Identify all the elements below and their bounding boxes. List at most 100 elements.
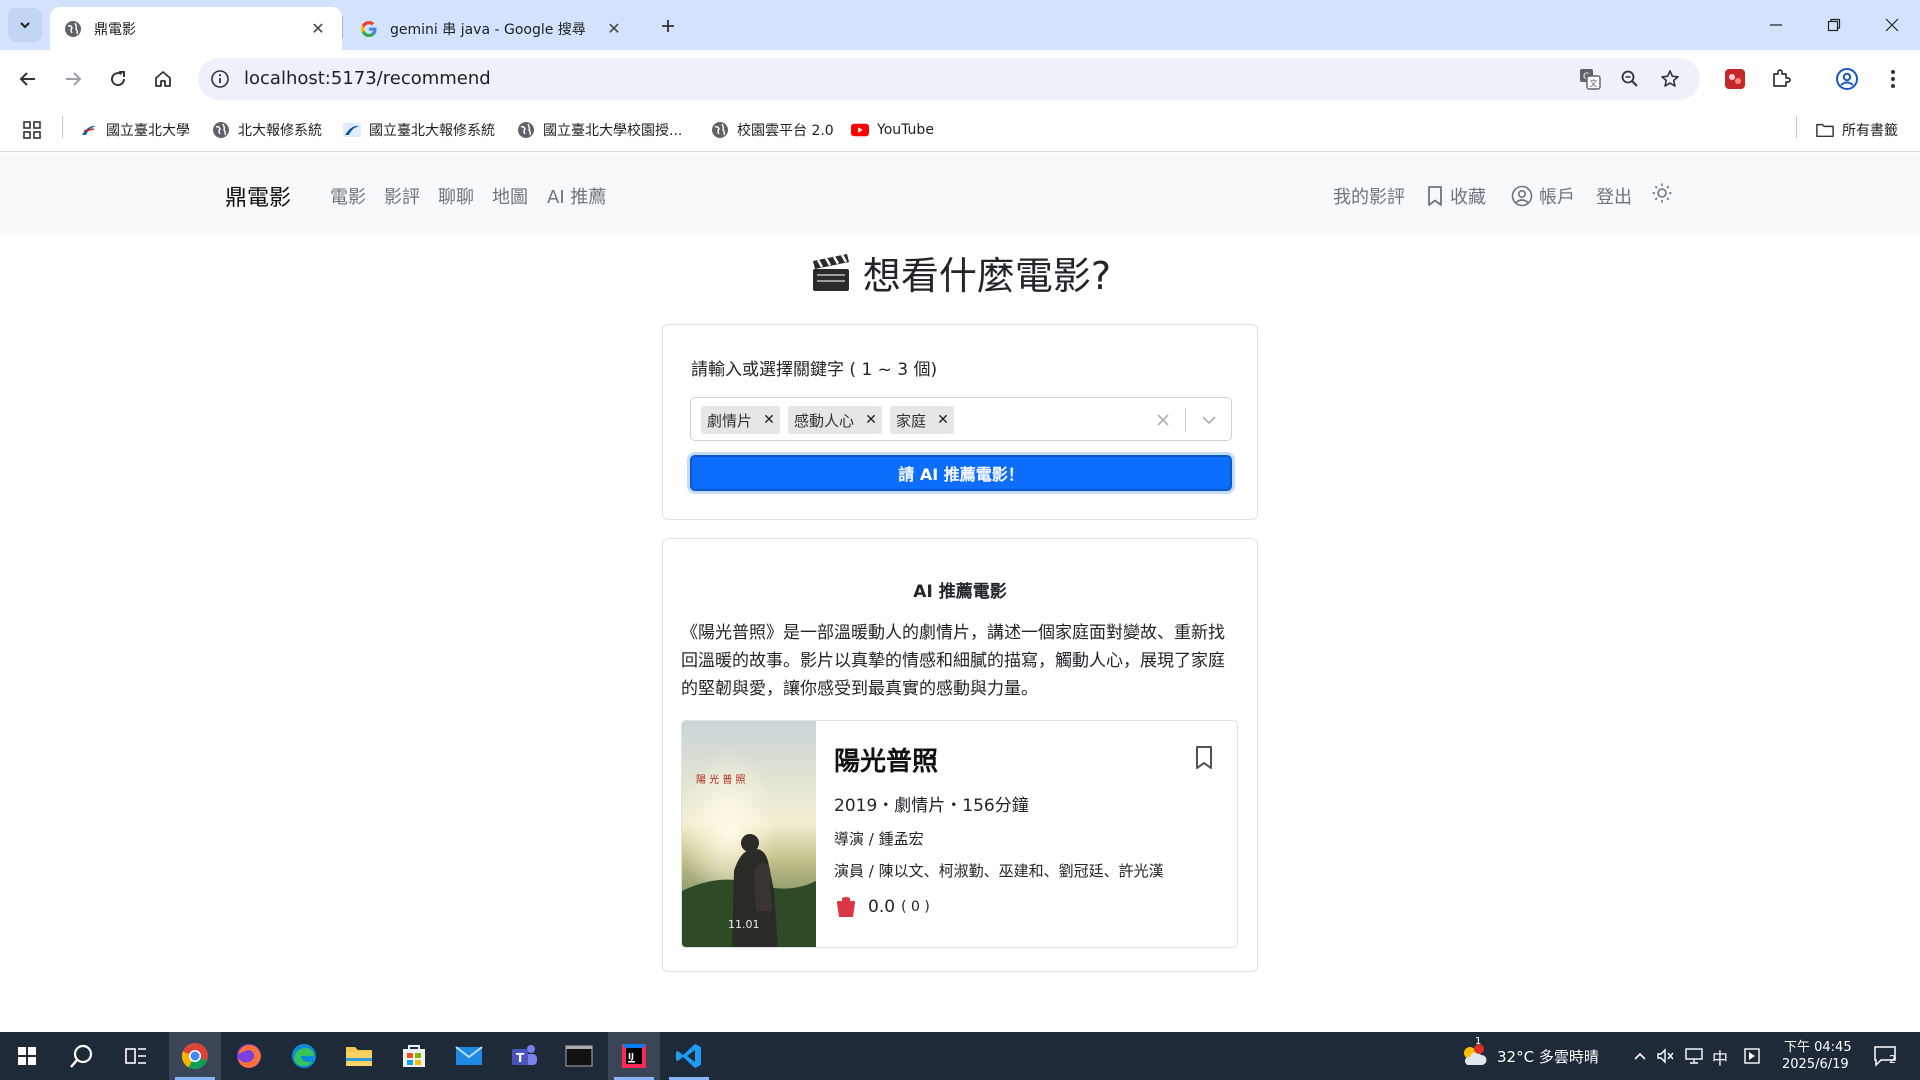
kebab-menu-icon[interactable] xyxy=(1877,63,1909,95)
plus-icon xyxy=(662,20,674,32)
taskbar-chrome[interactable] xyxy=(169,1032,221,1080)
nav-link-reviews[interactable]: 影評 xyxy=(384,183,420,209)
home-icon xyxy=(155,71,171,87)
start-button[interactable] xyxy=(1,1032,53,1080)
taskbar-edge[interactable] xyxy=(278,1032,330,1080)
minimize-icon xyxy=(1770,24,1782,26)
nav-link-ai-recommend[interactable]: AI 推薦 xyxy=(547,183,606,209)
ime-indicator[interactable]: 中 xyxy=(1712,1045,1728,1069)
bookmark-item[interactable]: 校園雲平台 2.0 xyxy=(711,118,834,142)
tab-title: 鼎電影 xyxy=(94,21,136,38)
mail-icon xyxy=(455,1046,483,1065)
remove-chip-icon[interactable]: ✕ xyxy=(860,406,882,434)
theme-toggle[interactable] xyxy=(1651,182,1679,204)
taskbar-terminal[interactable] xyxy=(553,1032,605,1080)
tab-active[interactable]: 鼎電影 ✕ xyxy=(50,7,342,50)
taskbar-teams[interactable]: T xyxy=(498,1032,550,1080)
weather-icon[interactable] xyxy=(1460,1043,1488,1069)
windows-taskbar: T IJ 1 32°C 多雲時晴 中 下午 04:45 2025/6/19 2 xyxy=(0,1032,1920,1080)
vscode-icon xyxy=(676,1044,701,1068)
movie-title[interactable]: 陽光普照 xyxy=(834,741,938,778)
taskbar-intellij[interactable]: IJ xyxy=(608,1032,660,1080)
apps-grid-icon[interactable] xyxy=(22,118,42,142)
store-icon xyxy=(403,1045,425,1067)
forward-button[interactable] xyxy=(55,61,91,97)
svg-text:T: T xyxy=(516,1051,525,1065)
movie-poster[interactable]: 陽 光 普 照 11.01 xyxy=(682,721,816,948)
globe-icon xyxy=(711,121,729,139)
nav-account[interactable]: 帳戶 xyxy=(1511,183,1575,209)
extension-red-icon[interactable] xyxy=(1719,63,1751,95)
recommendation-card: AI 推薦電影 《陽光普照》是一部溫暖動人的劇情片，講述一個家庭面對變故、重新找… xyxy=(662,538,1258,972)
nav-link-map[interactable]: 地圖 xyxy=(492,183,528,209)
bookmark-item[interactable]: 國立臺北大報修系統 xyxy=(343,118,495,142)
taskbar-mail[interactable] xyxy=(443,1032,495,1080)
taskbar-vscode[interactable] xyxy=(663,1032,715,1080)
clock-time[interactable]: 下午 04:45 xyxy=(1784,1036,1852,1055)
browser-tabstrip: 鼎電影 ✕ gemini 串 java - Google 搜尋 ✕ xyxy=(0,0,1920,50)
speaker-muted-icon[interactable] xyxy=(1656,1046,1676,1066)
movie-card[interactable]: 陽 光 普 照 11.01 陽光普照 2019・劇情片・156分鐘 導演 / 鍾… xyxy=(681,720,1238,948)
nav-favorites[interactable]: 收藏 xyxy=(1426,183,1486,209)
bookmark-item[interactable]: 國立臺北大學校園授... xyxy=(517,118,682,142)
close-icon[interactable]: ✕ xyxy=(604,19,624,39)
back-button[interactable] xyxy=(10,61,46,97)
zoom-icon[interactable] xyxy=(1618,67,1642,91)
address-bar[interactable]: localhost:5173/recommend G文 xyxy=(198,58,1700,100)
task-view-button[interactable] xyxy=(110,1032,162,1080)
globe-icon xyxy=(64,20,82,38)
new-tab-button[interactable] xyxy=(654,12,682,40)
keyword-multiselect[interactable]: 劇情片 ✕ 感動人心 ✕ 家庭 ✕ xyxy=(690,397,1232,441)
bookmarks-divider xyxy=(1796,116,1797,138)
bookmark-item[interactable]: 北大報修系統 xyxy=(212,118,322,142)
recommendation-description: 《陽光普照》是一部溫暖動人的劇情片，講述一個家庭面對變故、重新找回溫暖的故事。影… xyxy=(681,623,1225,699)
remove-chip-icon[interactable]: ✕ xyxy=(932,406,954,434)
nav-my-reviews[interactable]: 我的影評 xyxy=(1333,183,1405,209)
remove-chip-icon[interactable]: ✕ xyxy=(758,406,780,434)
tab-divider xyxy=(342,16,343,38)
bookmarks-bar: 國立臺北大學 北大報修系統 國立臺北大報修系統 國立臺北大學校園授... 校園雲… xyxy=(0,108,1920,152)
minimize-button[interactable] xyxy=(1748,0,1804,50)
bookmark-item[interactable]: YouTube xyxy=(851,118,934,142)
profile-icon[interactable] xyxy=(1831,63,1863,95)
search-icon xyxy=(70,1044,93,1068)
tab-inactive[interactable]: gemini 串 java - Google 搜尋 ✕ xyxy=(346,7,638,50)
taskbar-file-explorer[interactable] xyxy=(333,1032,385,1080)
nav-logout[interactable]: 登出 xyxy=(1596,183,1632,209)
weather-badge: 1 xyxy=(1475,1036,1482,1047)
chevron-down-icon[interactable] xyxy=(1195,408,1223,432)
network-icon[interactable] xyxy=(1684,1046,1704,1066)
nav-link-chat[interactable]: 聊聊 xyxy=(438,183,474,209)
tab-title: gemini 串 java - Google 搜尋 xyxy=(390,21,586,38)
star-icon[interactable] xyxy=(1658,67,1682,91)
translate-icon[interactable]: G文 xyxy=(1578,67,1602,91)
bookmark-item[interactable]: 國立臺北大學 xyxy=(80,118,190,142)
rating-value: 0.0 xyxy=(868,897,896,917)
chevron-up-icon[interactable] xyxy=(1630,1046,1650,1066)
edge-icon xyxy=(292,1044,316,1068)
nav-link-movies[interactable]: 電影 xyxy=(330,183,366,209)
taskbar-firefox[interactable] xyxy=(223,1032,275,1080)
ntpu-logo-icon xyxy=(343,121,361,139)
ime-mode-icon[interactable] xyxy=(1742,1046,1762,1066)
clock-date[interactable]: 2025/6/19 xyxy=(1782,1057,1849,1072)
svg-text:IJ: IJ xyxy=(628,1052,634,1061)
home-button[interactable] xyxy=(145,61,181,97)
ai-recommend-button[interactable]: 請 AI 推薦電影！ xyxy=(690,455,1232,491)
reload-button[interactable] xyxy=(100,61,136,97)
close-icon[interactable]: ✕ xyxy=(308,19,328,39)
url-text[interactable]: localhost:5173/recommend xyxy=(244,68,491,89)
close-window-button[interactable] xyxy=(1864,0,1920,50)
all-bookmarks[interactable]: 所有書籤 xyxy=(1816,118,1898,142)
folder-icon xyxy=(1816,121,1834,139)
restore-button[interactable] xyxy=(1806,0,1862,50)
clear-selection-icon[interactable] xyxy=(1151,408,1175,432)
bookmark-icon[interactable] xyxy=(1192,745,1216,771)
weather-text[interactable]: 32°C 多雲時晴 xyxy=(1497,1046,1599,1067)
site-brand[interactable]: 鼎電影 xyxy=(225,180,291,212)
tab-search-button[interactable] xyxy=(8,8,42,42)
info-icon[interactable] xyxy=(210,69,230,89)
taskbar-store[interactable] xyxy=(388,1032,440,1080)
search-button[interactable] xyxy=(56,1032,108,1080)
extensions-puzzle-icon[interactable] xyxy=(1765,63,1797,95)
